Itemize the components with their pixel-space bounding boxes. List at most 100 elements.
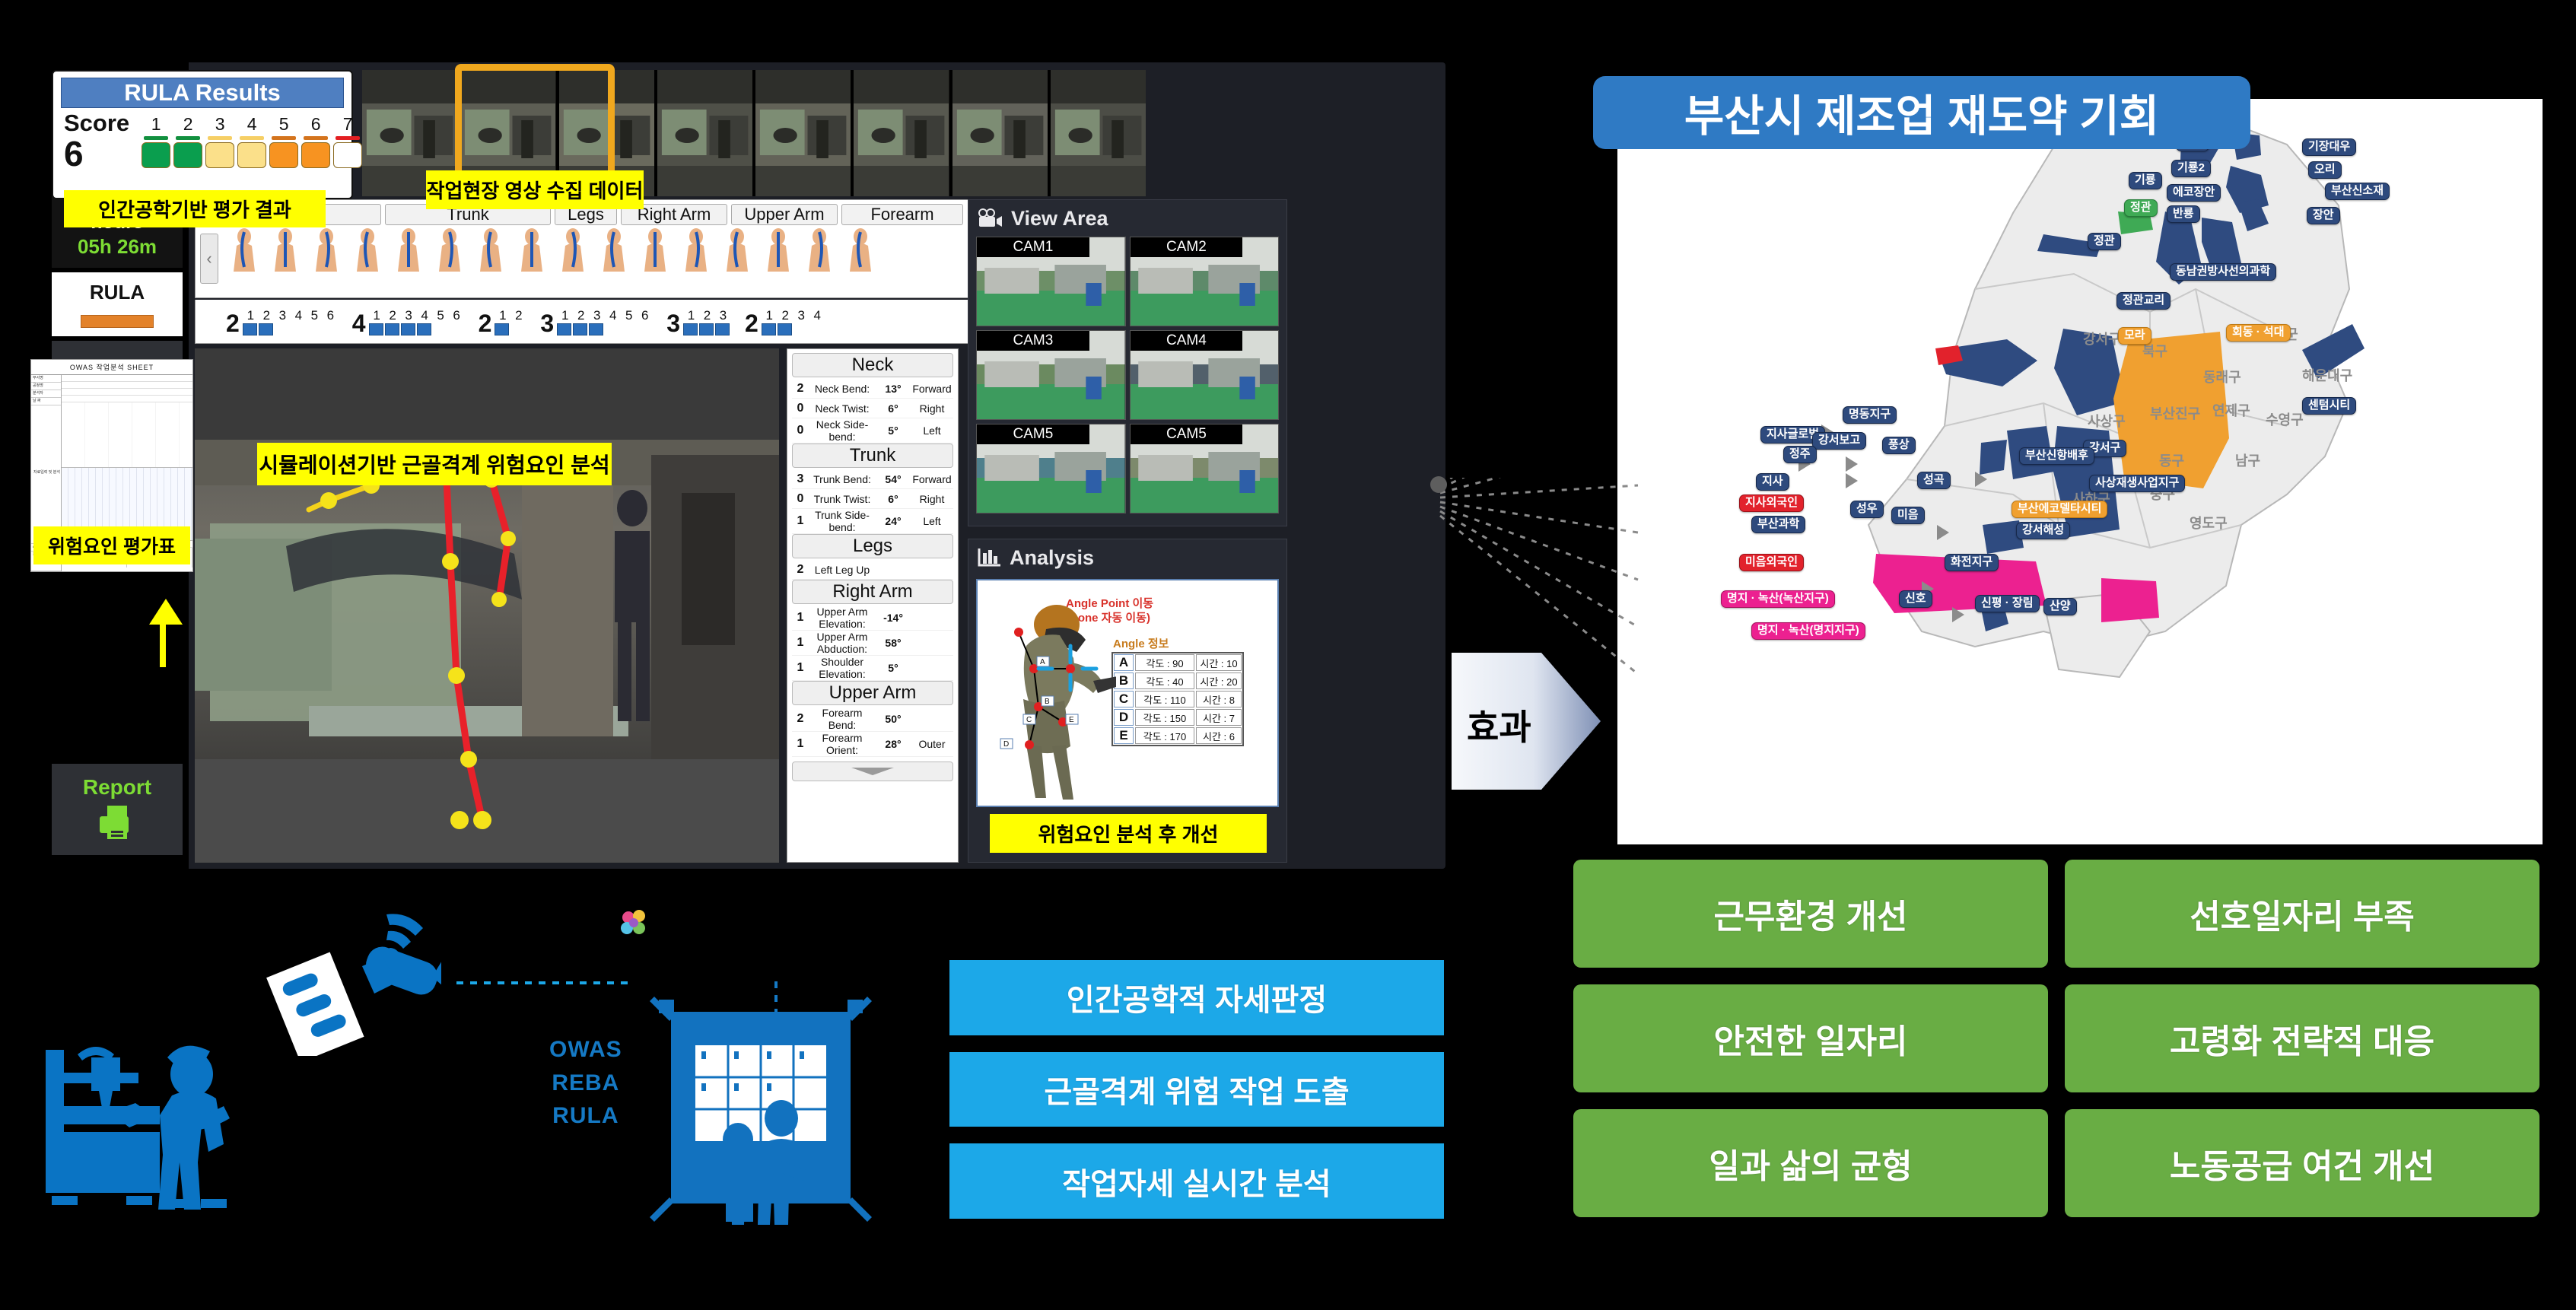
- bodypart-score-group: 21234: [745, 308, 825, 335]
- map-canvas: 명례기장대우기룡2기룡오리에코장안부산신소재정관반룡장안정관동남권방사선의과학정…: [1617, 99, 2543, 844]
- posture-figure-icon[interactable]: [512, 227, 552, 273]
- bar-chart-icon: [978, 547, 1002, 568]
- camera-tile[interactable]: CAM5: [976, 424, 1126, 514]
- post-analysis-improvement-badge: 위험요인 분석 후 개선: [990, 814, 1267, 853]
- sidebar-tab-rula[interactable]: RULA: [52, 272, 183, 336]
- score-bar-filled: [777, 323, 792, 335]
- rula-scale-cell: 1: [142, 114, 171, 168]
- bodypart-tab-forearm[interactable]: Forearm: [841, 203, 963, 225]
- posture-figure-icon[interactable]: [717, 227, 757, 273]
- score-bar-filled: [495, 323, 510, 335]
- angle-time: 시간 : 7: [1196, 709, 1242, 726]
- frame-thumb: [952, 70, 1048, 196]
- posture-figure-icon[interactable]: [266, 227, 305, 273]
- bodypart-tab-upper-arm[interactable]: Upper Arm: [731, 203, 838, 225]
- angle-table-row: B 각도 : 40 시간 : 20: [1113, 672, 1242, 690]
- camera-tile[interactable]: CAM4: [1129, 330, 1279, 420]
- score-tick: 3: [278, 307, 287, 323]
- posture-figure-icon[interactable]: [841, 227, 880, 273]
- bodypart-score-group: 4123456: [352, 308, 465, 335]
- camera-tile[interactable]: CAM3: [976, 330, 1126, 420]
- filmstrip-frame[interactable]: [854, 70, 949, 196]
- view-area-header: View Area: [968, 200, 1286, 237]
- filmstrip-frame[interactable]: [755, 70, 851, 196]
- filmstrip-frame[interactable]: [657, 70, 752, 196]
- posture-figure-icon[interactable]: [348, 227, 387, 273]
- rula-scale-dash: [144, 136, 169, 140]
- slide-root: K-ORR System Area: Line 5 15:26:35 Worki…: [0, 0, 2576, 1310]
- posture-figure-icon[interactable]: [594, 227, 634, 273]
- score-tick: 5: [310, 307, 319, 323]
- posture-glyph: [685, 228, 707, 272]
- analysis-title: Analysis: [1010, 545, 1095, 569]
- map-district-name: 남구: [2235, 453, 2261, 469]
- frame-thumb: [755, 70, 851, 196]
- bodypart-score-value: 2: [226, 309, 240, 337]
- posture-figure-icon[interactable]: [471, 227, 510, 273]
- filmstrip-frame[interactable]: [1050, 70, 1146, 196]
- score-tick: 2: [577, 307, 585, 323]
- score-tick: 3: [797, 307, 806, 323]
- view-area-title: View Area: [1011, 206, 1108, 230]
- posture-figure-icon[interactable]: [307, 227, 346, 273]
- camera-tile[interactable]: CAM5: [1129, 424, 1279, 514]
- outcome-box: 일과 삶의 균형: [1573, 1109, 2048, 1217]
- posture-figure-icon[interactable]: [389, 227, 428, 273]
- map-district-name: 연제구: [2212, 403, 2250, 418]
- score-tick: 2: [703, 307, 711, 323]
- camera-label: CAM4: [1130, 331, 1243, 351]
- working-hours-value: 05h 26m: [77, 234, 157, 258]
- view-area-panel: View Area CAM1 CAM2 CAM3 CAM4 CAM5 CAM5: [968, 199, 1287, 526]
- angle-info-table: A 각도 : 90 시간 : 10 B 각도 : 40 시간 : 20 C 각도 : 110 시…: [1111, 652, 1244, 746]
- measurement-score: 2: [797, 381, 804, 395]
- camera-label: CAM2: [1130, 237, 1243, 257]
- map-title-banner: 부산시 제조업 재도약 기회: [1593, 76, 2250, 149]
- filmstrip-frame[interactable]: [952, 70, 1048, 196]
- analysis-header: Analysis: [968, 539, 1286, 576]
- welder-figure: A B C D E: [1000, 605, 1116, 800]
- map-zone-label: 부산신항배후: [2019, 447, 2094, 465]
- rula-scale-cell: 3: [205, 114, 235, 168]
- analysis-panel: Analysis Angle Point 이동 (Bone 자동 이동) Ang…: [968, 539, 1287, 863]
- hmi-dashboard: K-ORR System Area: Line 5 15:26:35 Worki…: [30, 62, 1445, 869]
- map-zone-label: 풍상: [1882, 437, 1916, 454]
- camera-tile[interactable]: CAM1: [976, 237, 1126, 326]
- posture-figure-icon[interactable]: [553, 227, 593, 273]
- posture-glyph: [316, 228, 337, 272]
- measurement-section-header: Upper Arm: [792, 681, 953, 705]
- chevron-down-icon[interactable]: [792, 762, 953, 781]
- map-zone-label: 부산신소재: [2325, 183, 2390, 200]
- owas-sheet-title: OWAS 작업분석 SHEET: [31, 360, 192, 375]
- bodypart-score-group: 3123: [666, 308, 731, 335]
- measurement-value: 54°: [885, 472, 902, 485]
- measurement-label: Neck Side-bend:: [816, 418, 869, 443]
- rula-scale-box: [301, 142, 331, 168]
- posture-figure-icon[interactable]: [635, 227, 675, 273]
- owas-sheet-row-label: 부서명: [31, 375, 61, 383]
- posture-figure-icon[interactable]: [676, 227, 716, 273]
- map-zone-label: 모라: [2118, 327, 2151, 345]
- posture-figure-icon[interactable]: [800, 227, 839, 273]
- posture-figure-icon[interactable]: [758, 227, 798, 273]
- assessment-method-label: OWAS: [549, 1037, 622, 1062]
- analysis-figure: Angle Point 이동 (Bone 자동 이동) Angle 정보 A 각도…: [976, 579, 1279, 807]
- measurement-score: 1: [797, 636, 804, 649]
- printer-icon: [97, 804, 138, 844]
- rula-scale-number: 5: [278, 114, 289, 134]
- angle-key: E: [1114, 727, 1134, 744]
- simulation-video-view[interactable]: [195, 348, 779, 863]
- posture-figure-icon[interactable]: [430, 227, 469, 273]
- rula-scale-box: [269, 142, 299, 168]
- camera-tile[interactable]: CAM2: [1129, 237, 1279, 326]
- chevron-left-icon[interactable]: ‹: [200, 234, 218, 284]
- posture-glyph: [357, 228, 378, 272]
- bodypart-score-value: 4: [351, 309, 366, 337]
- factory-scene: [195, 348, 779, 863]
- connector-dots-horizontal: [456, 981, 631, 984]
- angle-key: A: [1114, 654, 1134, 671]
- measurement-label: Forearm Orient:: [822, 732, 863, 756]
- posture-figure-icon[interactable]: [224, 227, 264, 273]
- posture-glyph: [398, 228, 419, 272]
- outcome-box: 노동공급 여건 개선: [2065, 1109, 2539, 1217]
- report-button[interactable]: Report: [52, 764, 183, 855]
